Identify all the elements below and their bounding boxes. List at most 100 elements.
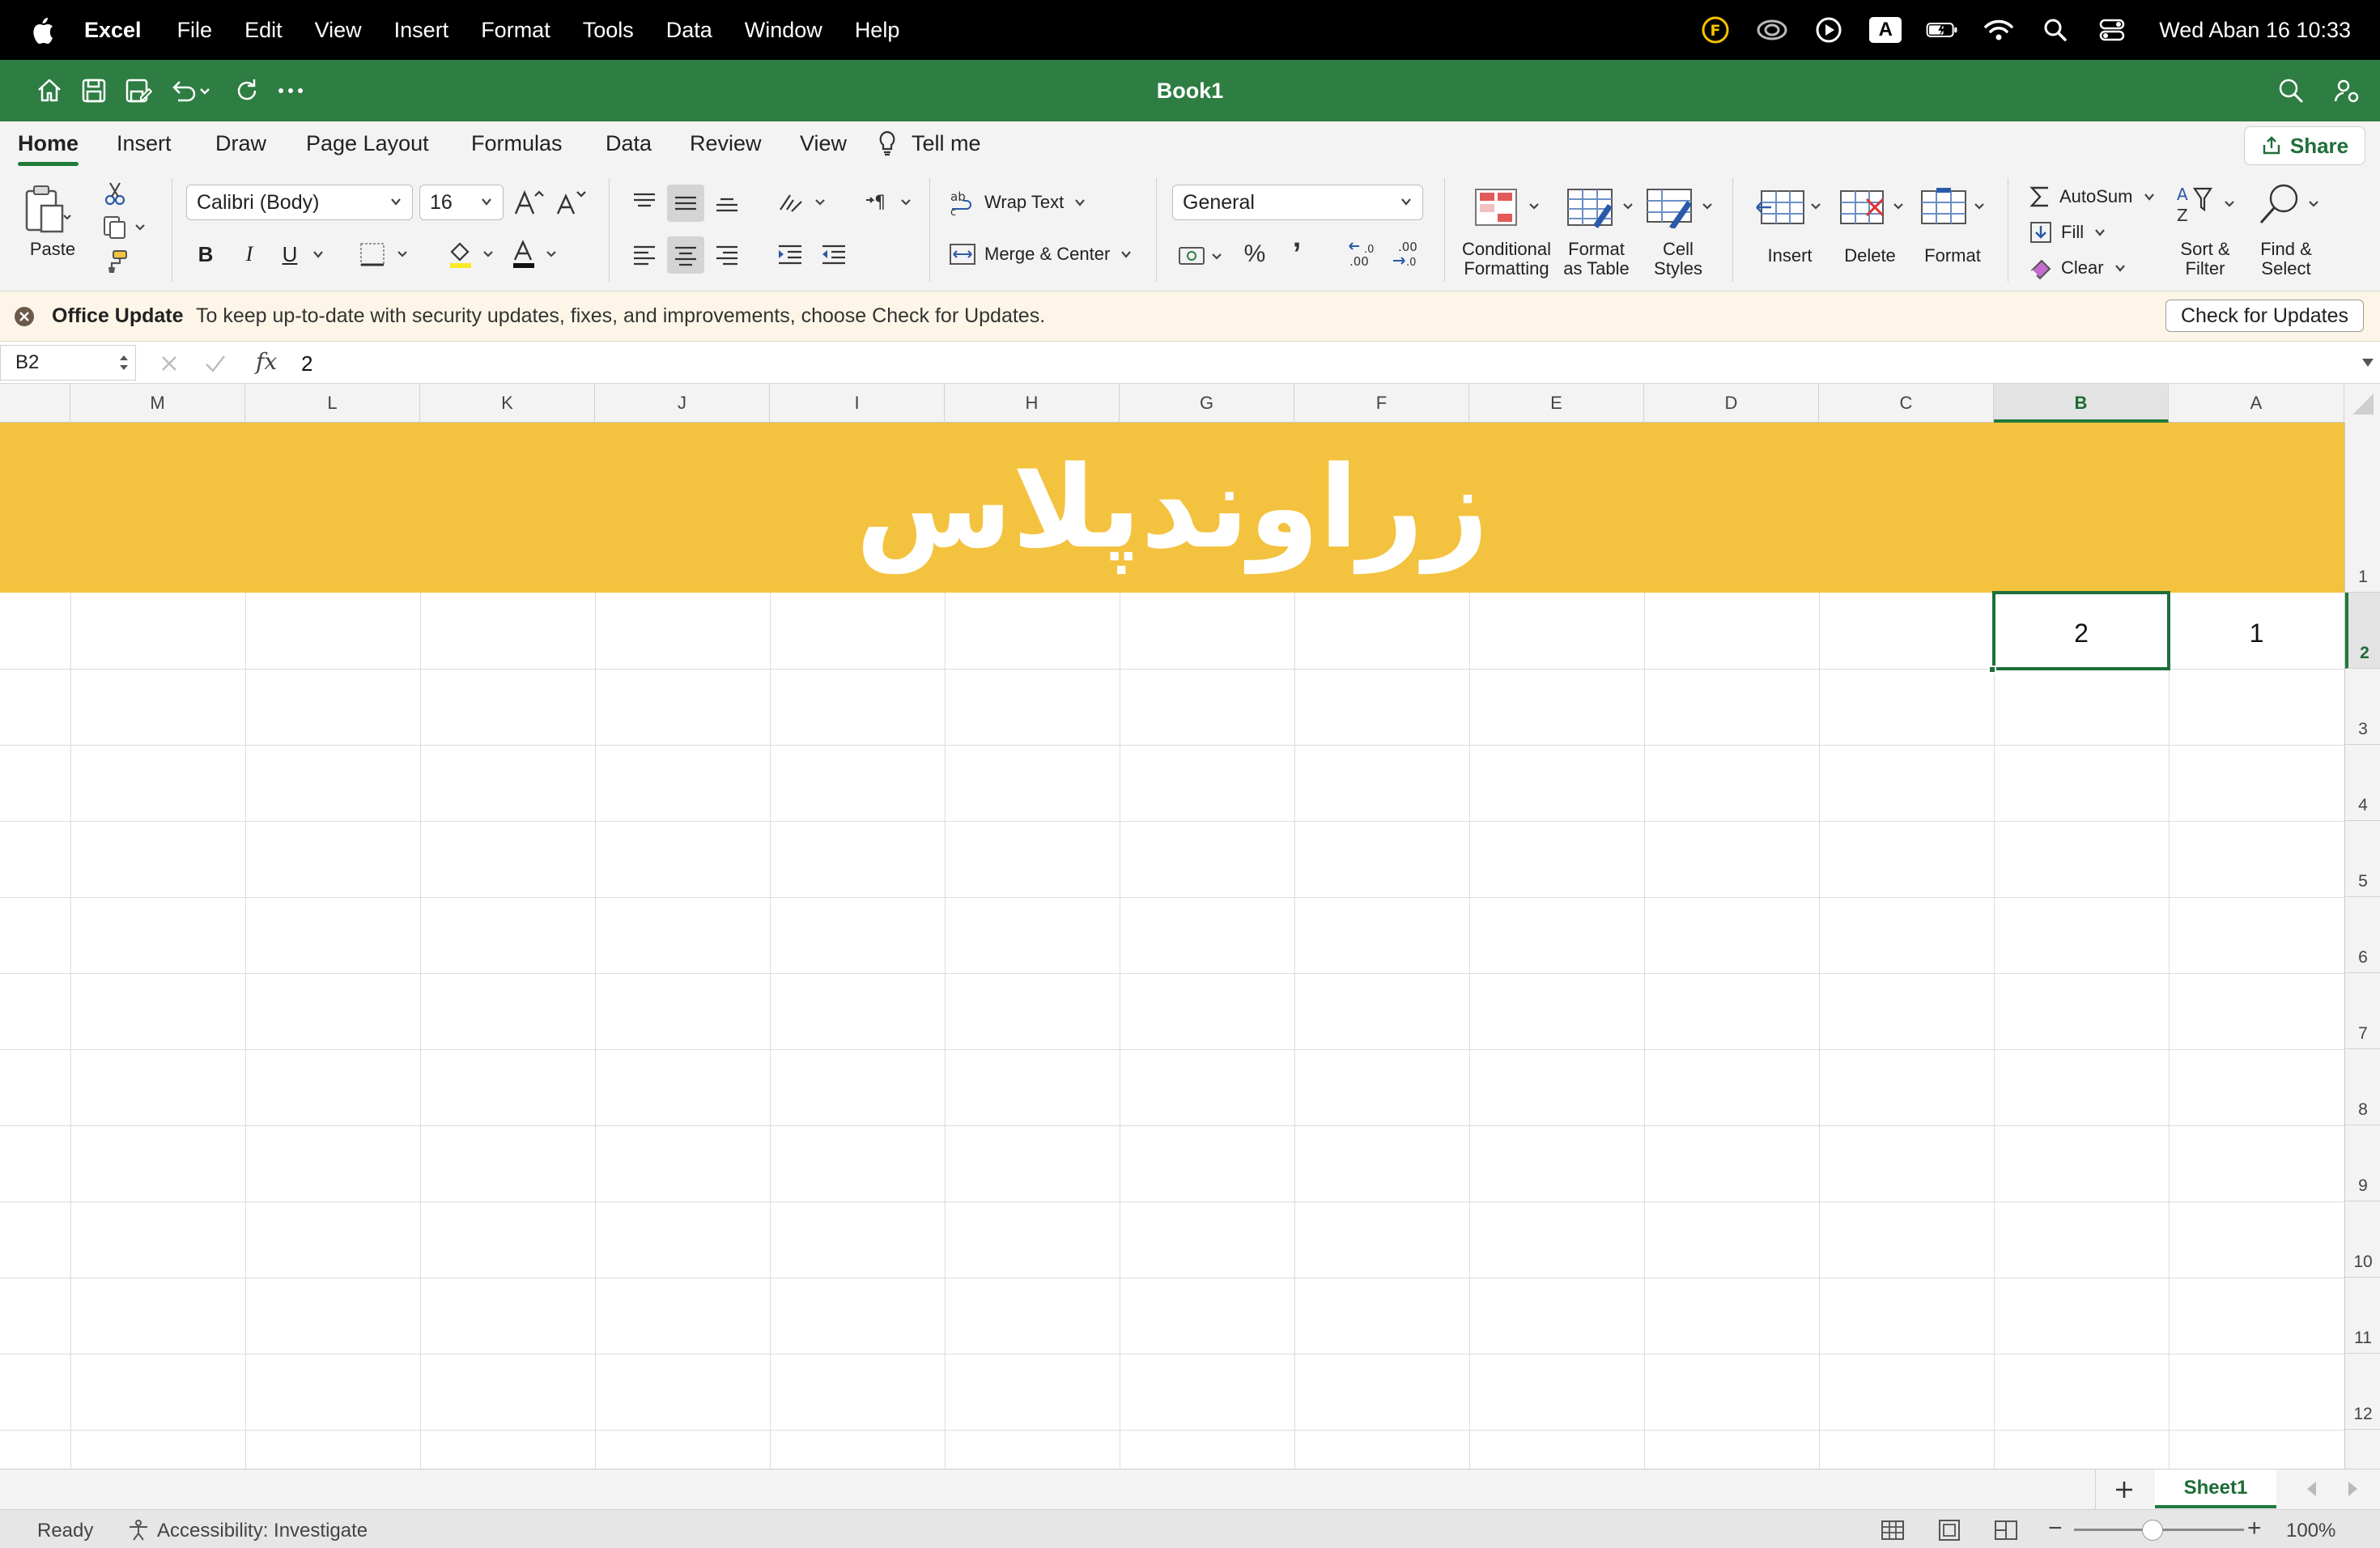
row-header-3[interactable]: 3 xyxy=(2345,669,2380,745)
menu-data[interactable]: Data xyxy=(666,18,712,43)
column-header-g[interactable]: G xyxy=(1120,384,1294,423)
cell-styles-label[interactable]: Cell Styles xyxy=(1640,240,1716,279)
save-as-icon[interactable] xyxy=(125,74,152,107)
menu-file[interactable]: File xyxy=(177,18,213,43)
menu-help[interactable]: Help xyxy=(855,18,900,43)
tab-home[interactable]: Home xyxy=(18,131,79,166)
check-for-updates-button[interactable]: Check for Updates xyxy=(2165,300,2364,332)
menu-format[interactable]: Format xyxy=(481,18,550,43)
align-top-icon[interactable] xyxy=(628,185,661,220)
cell-a2[interactable]: 1 xyxy=(2169,619,2344,649)
control-center-icon[interactable] xyxy=(2096,14,2128,46)
autosum-button[interactable]: AutoSum xyxy=(2029,181,2166,212)
next-sheet-icon[interactable] xyxy=(2344,1479,2361,1499)
format-cells-label[interactable]: Format xyxy=(1914,246,1991,266)
menu-view[interactable]: View xyxy=(315,18,362,43)
previous-sheet-icon[interactable] xyxy=(2304,1479,2320,1499)
row-header-7[interactable]: 7 xyxy=(2345,973,2380,1049)
format-as-table-icon[interactable] xyxy=(1564,185,1637,230)
copy-icon[interactable] xyxy=(100,214,149,241)
find-select-label[interactable]: Find & Select xyxy=(2246,240,2327,279)
cut-icon[interactable] xyxy=(102,180,130,207)
tab-insert[interactable]: Insert xyxy=(117,131,172,156)
cell-styles-icon[interactable] xyxy=(1643,185,1716,230)
comma-style-button[interactable]: ’ xyxy=(1281,236,1313,272)
decrease-font-size-icon[interactable] xyxy=(554,185,588,220)
align-bottom-icon[interactable] xyxy=(711,185,743,220)
menu-edit[interactable]: Edit xyxy=(244,18,283,43)
wrap-text-button[interactable]: ab c Wrap Text xyxy=(949,185,1094,220)
column-header-f[interactable]: F xyxy=(1294,384,1469,423)
fill-handle[interactable] xyxy=(1988,666,1996,674)
delete-cells-icon[interactable] xyxy=(1836,185,1909,230)
increase-decimal-icon[interactable]: .00.0 xyxy=(1344,236,1381,272)
spotlight-search-icon[interactable] xyxy=(2039,14,2072,46)
paste-button[interactable] xyxy=(21,181,73,238)
wifi-icon[interactable] xyxy=(1983,14,2015,46)
normal-view-icon[interactable] xyxy=(1880,1518,1906,1542)
menu-window[interactable]: Window xyxy=(745,18,822,43)
tab-data[interactable]: Data xyxy=(606,131,652,156)
search-icon[interactable] xyxy=(2278,74,2304,107)
insert-cells-label[interactable]: Insert xyxy=(1752,246,1828,266)
column-header-b[interactable]: B xyxy=(1994,384,2169,423)
row-header-10[interactable]: 10 xyxy=(2345,1201,2380,1278)
column-header-j[interactable]: J xyxy=(595,384,770,423)
menu-tools[interactable]: Tools xyxy=(583,18,634,43)
conditional-formatting-label[interactable]: Conditional Formatting xyxy=(1454,240,1559,279)
font-name-select[interactable]: Calibri (Body) xyxy=(186,185,413,220)
insert-cells-icon[interactable] xyxy=(1753,185,1826,230)
merge-center-button[interactable]: Merge & Center xyxy=(949,236,1143,272)
account-settings-icon[interactable] xyxy=(2333,74,2361,107)
merged-banner-row-1[interactable]: زراوندپلاس xyxy=(0,423,2344,593)
page-layout-view-icon[interactable] xyxy=(1936,1518,1962,1542)
menu-insert[interactable]: Insert xyxy=(394,18,449,43)
align-left-icon[interactable] xyxy=(628,236,661,272)
column-header-h[interactable]: H xyxy=(945,384,1120,423)
font-f-icon[interactable]: F xyxy=(1699,14,1732,46)
percent-style-button[interactable]: % xyxy=(1239,236,1271,272)
zoom-in-button[interactable]: + xyxy=(2247,1515,2262,1542)
borders-icon[interactable] xyxy=(356,236,413,272)
accessibility-status[interactable]: Accessibility: Investigate xyxy=(157,1520,368,1542)
cancel-entry-icon[interactable] xyxy=(159,353,180,374)
delete-cells-label[interactable]: Delete xyxy=(1831,246,1909,266)
conditional-formatting-icon[interactable] xyxy=(1472,185,1545,230)
decrease-decimal-icon[interactable]: .00.0 xyxy=(1388,236,1425,272)
font-size-select[interactable]: 16 xyxy=(419,185,504,220)
close-notification-icon[interactable] xyxy=(13,305,36,328)
sort-filter-icon[interactable]: AZ xyxy=(2174,181,2242,230)
column-header-m[interactable]: M xyxy=(70,384,245,423)
row-header-12[interactable]: 12 xyxy=(2345,1354,2380,1430)
save-icon[interactable] xyxy=(81,74,107,107)
name-box-stepper-icon[interactable] xyxy=(117,352,130,373)
row-header-11[interactable]: 11 xyxy=(2345,1278,2380,1354)
clear-button[interactable]: Clear xyxy=(2029,253,2142,283)
align-center-icon[interactable] xyxy=(667,236,704,274)
formula-input[interactable]: 2 xyxy=(301,351,312,376)
column-header-d[interactable]: D xyxy=(1644,384,1819,423)
row-header-5[interactable]: 5 xyxy=(2345,821,2380,897)
number-format-select[interactable]: General xyxy=(1172,185,1423,220)
row-header-6[interactable]: 6 xyxy=(2345,897,2380,973)
underline-button[interactable]: U xyxy=(275,236,304,272)
column-header-e[interactable]: E xyxy=(1469,384,1644,423)
decrease-indent-icon[interactable] xyxy=(816,236,852,272)
align-middle-icon[interactable] xyxy=(667,185,704,222)
lightbulb-icon[interactable] xyxy=(876,130,899,163)
accessibility-icon[interactable] xyxy=(126,1518,151,1542)
sheet-tab-sheet1[interactable]: Sheet1 xyxy=(2155,1469,2276,1508)
select-all-corner[interactable] xyxy=(2344,384,2380,423)
name-box[interactable]: B2 xyxy=(0,345,136,381)
text-orientation-icon[interactable] xyxy=(776,185,832,220)
tell-me-search[interactable]: Tell me xyxy=(912,131,981,156)
zoom-out-button[interactable]: − xyxy=(2048,1515,2063,1542)
accounting-format-icon[interactable] xyxy=(1175,238,1230,274)
row-header-1[interactable]: 1 xyxy=(2345,423,2380,593)
share-button[interactable]: Share xyxy=(2244,126,2365,165)
underline-options-chevron-icon[interactable] xyxy=(308,243,329,266)
row-header-8[interactable]: 8 xyxy=(2345,1049,2380,1125)
home-icon[interactable] xyxy=(36,74,63,107)
align-right-icon[interactable] xyxy=(711,236,743,272)
font-color-icon[interactable] xyxy=(507,236,563,272)
